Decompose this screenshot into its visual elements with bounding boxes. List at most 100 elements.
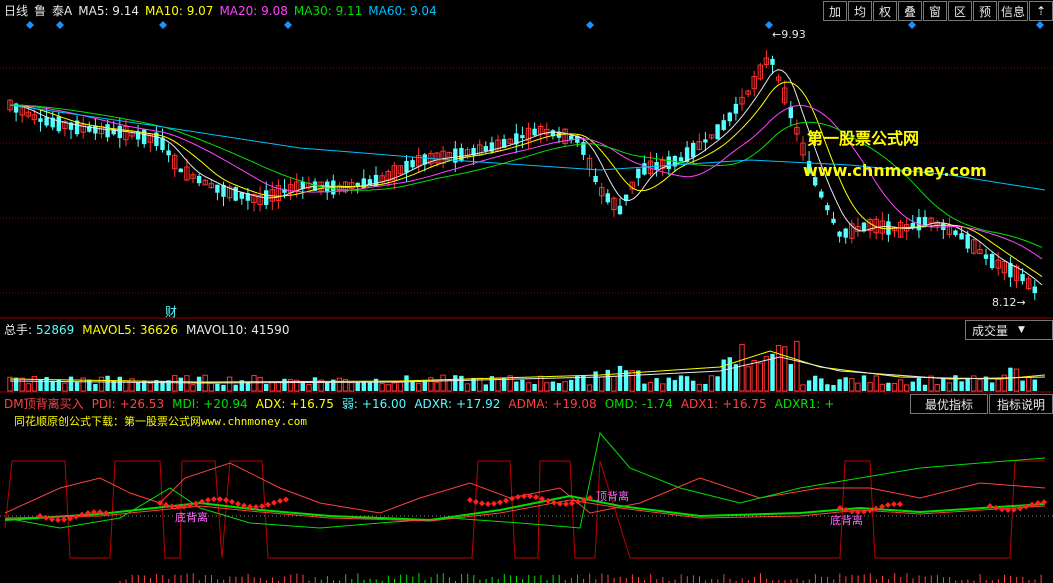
candle-body <box>825 205 830 211</box>
signal-marker <box>497 499 503 506</box>
volume-bar <box>117 376 122 391</box>
toolbar-rights-button[interactable]: 权 <box>872 1 897 21</box>
weak-value: +16.00 <box>361 396 407 411</box>
volume-bar <box>269 381 276 392</box>
volume-value: 52869 <box>36 322 75 337</box>
volume-bar <box>977 379 983 392</box>
volume-bar <box>678 375 684 391</box>
event-diamond-icon <box>159 21 167 29</box>
volume-bar <box>861 375 867 391</box>
toolbar-window-button[interactable]: 窗 <box>922 1 947 21</box>
finance-marker[interactable]: 财 <box>165 303 177 320</box>
period-label[interactable]: 日线 <box>4 2 28 19</box>
volume-bar <box>550 381 556 391</box>
ma-legend-item: MA10: 9.07 <box>145 3 214 18</box>
signal-marker <box>993 504 999 511</box>
volume-bar <box>562 381 568 392</box>
candle-body <box>532 128 537 136</box>
volume-bar <box>593 371 598 391</box>
mavol10-label: MAVOL10: <box>186 322 248 337</box>
volume-bar <box>775 344 782 392</box>
signal-marker <box>509 495 515 502</box>
mavol5-label: MAVOL5: <box>82 322 136 337</box>
candle-body <box>642 163 647 175</box>
volume-bar <box>696 383 702 392</box>
volume-bar <box>837 379 842 391</box>
candle-body <box>410 160 415 168</box>
toolbar-add-button[interactable]: 加 <box>822 1 847 21</box>
volume-bar <box>416 382 422 392</box>
event-diamond-icon <box>586 21 594 29</box>
volume-bar <box>440 374 446 392</box>
indicator-title[interactable]: DM顶背离买入 <box>4 395 84 412</box>
mavol5-line <box>9 350 1046 383</box>
signal-marker <box>283 496 289 503</box>
volume-bar <box>264 384 269 391</box>
volume-bar <box>1032 379 1037 391</box>
divergence-label: 顶背离 <box>596 489 629 503</box>
volume-bar <box>62 382 68 392</box>
signal-marker <box>55 516 61 523</box>
volume-bar <box>891 382 898 392</box>
indicator-legend: DM顶背离买入 PDI: +26.53 MDI: +20.94 ADX: +16… <box>4 395 834 412</box>
pdi-value: +26.53 <box>119 396 165 411</box>
ma-legend: MA5: 9.14 MA10: 9.07 MA20: 9.08 MA30: 9.11 M… <box>78 4 436 18</box>
scroll-up-icon[interactable]: ⇡ <box>1029 1 1053 21</box>
volume-chart[interactable] <box>0 337 1053 393</box>
toolbar-forecast-button[interactable]: 预 <box>972 1 997 21</box>
candle-body <box>703 139 708 143</box>
toolbar-overlay-button[interactable]: 叠 <box>897 1 922 21</box>
event-diamond-icon <box>284 21 292 29</box>
volume-bar <box>946 382 953 392</box>
volume-bar <box>391 382 398 392</box>
volume-bar <box>928 375 934 392</box>
toolbar-info-button[interactable]: 信息 <box>997 1 1028 21</box>
adx1-value: +16.75 <box>722 396 767 411</box>
volume-bar <box>599 376 605 392</box>
volume-bar <box>879 383 885 392</box>
toolbar-range-button[interactable]: 区 <box>947 1 972 21</box>
candle-body <box>886 221 891 235</box>
volume-bar <box>897 379 904 392</box>
ma-legend-item: MA30: 9.11 <box>293 3 363 18</box>
adma-value: +19.08 <box>552 396 597 411</box>
candle-body <box>404 160 409 173</box>
omd-value: -1.74 <box>641 396 673 411</box>
volume-bar <box>221 384 226 391</box>
volume-bar <box>215 383 220 391</box>
volume-bar <box>105 375 110 391</box>
signal-marker <box>473 498 479 505</box>
volume-bar <box>654 378 659 391</box>
volume-bar <box>922 384 928 391</box>
volume-bar <box>1020 380 1025 391</box>
volume-bar <box>336 377 343 392</box>
volume-bar <box>514 381 519 391</box>
volume-bar <box>13 377 19 391</box>
adxr-value: +17.92 <box>456 396 501 411</box>
volume-bar <box>745 366 751 392</box>
volume-bar <box>135 382 141 391</box>
candle-body <box>215 184 220 193</box>
candle-body <box>593 175 598 183</box>
candle-body <box>459 147 464 162</box>
candle-body <box>520 135 525 139</box>
volume-bar <box>751 360 757 392</box>
signal-marker <box>485 500 491 507</box>
toolbar-avg-button[interactable]: 均 <box>847 1 872 21</box>
volume-bar <box>147 382 154 392</box>
candle-body <box>142 129 147 145</box>
candle-body <box>636 168 641 179</box>
volume-bar <box>757 362 763 392</box>
candle-body <box>117 125 122 139</box>
signal-marker <box>491 500 497 507</box>
low-price-label: 8.12→ <box>992 296 1026 309</box>
candle-body <box>733 103 739 114</box>
indicator-help-button[interactable]: 指标说明 <box>989 394 1053 414</box>
event-diamond-icon <box>56 21 64 29</box>
best-indicator-button[interactable]: 最优指标 <box>910 394 988 414</box>
signal-marker <box>265 501 271 508</box>
chevron-down-icon: ▼ <box>1018 325 1025 335</box>
indicator-chart[interactable]: 底背离 顶背离底背离 <box>0 428 1053 583</box>
adx-label: ADX: <box>255 396 286 411</box>
volume-bar <box>520 379 525 391</box>
